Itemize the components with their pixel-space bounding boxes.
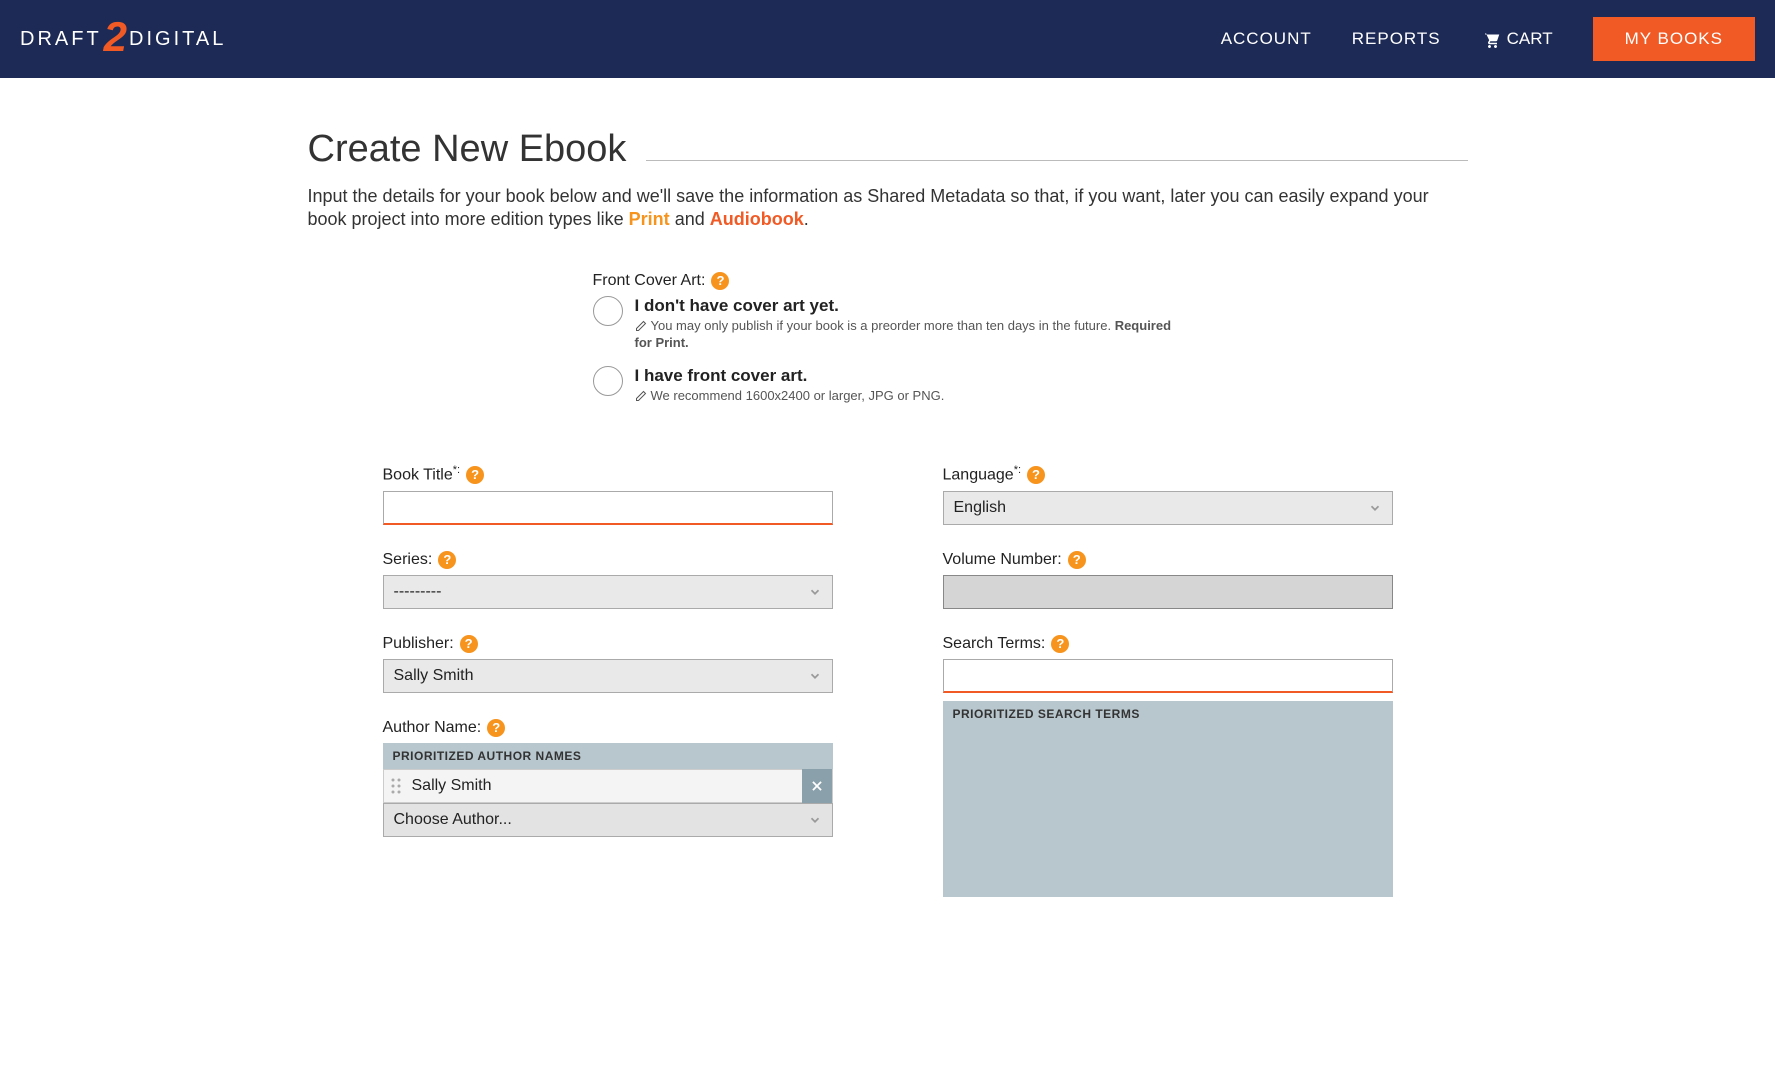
- nav-account[interactable]: ACCOUNT: [1221, 29, 1312, 49]
- audiobook-link[interactable]: Audiobook: [710, 209, 804, 229]
- publisher-select[interactable]: Sally Smith: [383, 659, 833, 693]
- volume-number-input[interactable]: [943, 575, 1393, 609]
- help-icon[interactable]: ?: [438, 551, 456, 569]
- chevron-down-icon: [808, 669, 822, 683]
- field-book-title: Book Title*: ?: [383, 464, 833, 524]
- language-select[interactable]: English: [943, 491, 1393, 525]
- cover-option-no-art: I don't have cover art yet. You may only…: [593, 296, 1183, 352]
- field-publisher: Publisher: ? Sally Smith: [383, 635, 833, 693]
- field-volume-number: Volume Number: ?: [943, 551, 1393, 609]
- search-terms-box: [943, 727, 1393, 897]
- logo-left: DRAFT: [20, 28, 102, 51]
- choose-author-select[interactable]: Choose Author...: [383, 803, 833, 837]
- have-cover-title: I have front cover art.: [635, 366, 1183, 386]
- chevron-down-icon: [808, 813, 822, 827]
- drag-handle-icon[interactable]: [384, 778, 408, 794]
- nav-reports[interactable]: REPORTS: [1352, 29, 1441, 49]
- field-series: Series: ? ---------: [383, 551, 833, 609]
- page-title: Create New Ebook: [308, 128, 627, 171]
- search-terms-input[interactable]: [943, 659, 1393, 693]
- logo-right: DIGITAL: [129, 28, 226, 51]
- site-header: DRAFT 2 DIGITAL ACCOUNT REPORTS CART MY …: [0, 0, 1775, 78]
- close-icon: [810, 779, 824, 793]
- help-icon[interactable]: ?: [711, 272, 729, 290]
- form-grid: Book Title*: ? Series: ? --------- Publi…: [383, 464, 1393, 896]
- field-search-terms: Search Terms: ? PRIORITIZED SEARCH TERMS: [943, 635, 1393, 897]
- help-icon[interactable]: ?: [1027, 466, 1045, 484]
- help-icon[interactable]: ?: [460, 635, 478, 653]
- logo-2-icon: 2: [104, 13, 127, 61]
- no-cover-title: I don't have cover art yet.: [635, 296, 1183, 316]
- title-divider: [646, 160, 1467, 161]
- logo[interactable]: DRAFT 2 DIGITAL: [20, 15, 226, 63]
- series-select[interactable]: ---------: [383, 575, 833, 609]
- nav-cart[interactable]: CART: [1481, 29, 1553, 49]
- have-cover-sub: We recommend 1600x2400 or larger, JPG or…: [635, 388, 1183, 405]
- cart-label: CART: [1507, 29, 1553, 49]
- cover-art-section: Front Cover Art: ? I don't have cover ar…: [593, 272, 1183, 405]
- help-icon[interactable]: ?: [1068, 551, 1086, 569]
- radio-have-cover-art[interactable]: [593, 366, 623, 396]
- search-terms-header: PRIORITIZED SEARCH TERMS: [943, 701, 1393, 727]
- chevron-down-icon: [1368, 501, 1382, 515]
- cart-icon: [1481, 30, 1501, 48]
- author-name-label: Sally Smith: [408, 777, 802, 795]
- author-names-header: PRIORITIZED AUTHOR NAMES: [383, 743, 833, 769]
- book-title-input[interactable]: [383, 491, 833, 525]
- chevron-down-icon: [808, 585, 822, 599]
- no-cover-sub: You may only publish if your book is a p…: [635, 318, 1183, 352]
- my-books-button[interactable]: MY BOOKS: [1593, 17, 1755, 61]
- field-author-name: Author Name: ? PRIORITIZED AUTHOR NAMES …: [383, 719, 833, 837]
- top-nav: ACCOUNT REPORTS CART MY BOOKS: [1221, 17, 1755, 61]
- help-icon[interactable]: ?: [487, 719, 505, 737]
- help-icon[interactable]: ?: [466, 466, 484, 484]
- cover-art-label: Front Cover Art: ?: [593, 272, 1183, 290]
- cover-option-have-art: I have front cover art. We recommend 160…: [593, 366, 1183, 405]
- author-item: Sally Smith: [383, 769, 833, 803]
- main-content: Create New Ebook Input the details for y…: [288, 128, 1488, 937]
- intro-text: Input the details for your book below an…: [308, 185, 1468, 232]
- remove-author-button[interactable]: [802, 769, 832, 803]
- help-icon[interactable]: ?: [1051, 635, 1069, 653]
- field-language: Language*: ? English: [943, 464, 1393, 524]
- radio-no-cover-art[interactable]: [593, 296, 623, 326]
- edit-icon: [635, 320, 647, 332]
- edit-icon: [635, 390, 647, 402]
- print-link[interactable]: Print: [629, 209, 670, 229]
